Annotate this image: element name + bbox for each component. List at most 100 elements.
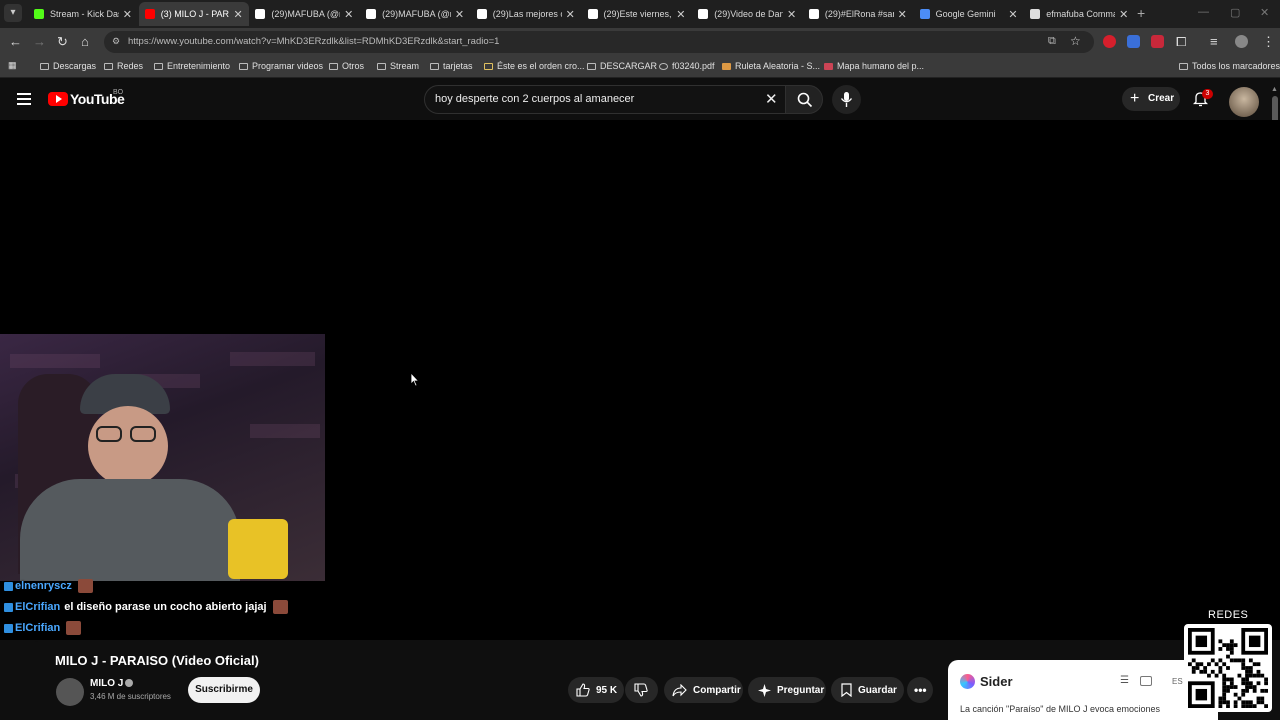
close-tab-icon[interactable]: ✕ (1008, 8, 1017, 21)
close-tab-icon[interactable]: ✕ (898, 8, 907, 21)
extension-red-icon[interactable] (1103, 35, 1116, 48)
browser-tab[interactable]: Google Gemini ✕ (914, 2, 1024, 26)
browser-tab[interactable]: (29)#ElRona #sambu ✕ (803, 2, 913, 26)
bookmark-label: Descargas (53, 61, 97, 71)
close-tab-icon[interactable]: ✕ (455, 8, 464, 21)
media-control-icon[interactable]: ≡ (1210, 34, 1218, 49)
forward-icon[interactable]: → (33, 34, 46, 49)
share-icon (672, 683, 687, 696)
chat-username: elnenryscz (15, 580, 72, 592)
browser-tab[interactable]: Stream - Kick Dashboard ✕ (28, 2, 138, 26)
menu-icon[interactable] (17, 93, 31, 105)
clear-search-icon[interactable]: ✕ (765, 90, 778, 108)
chat-username: ElCrifian (15, 601, 61, 613)
ask-button[interactable]: Preguntar (748, 677, 826, 703)
mouse-cursor-icon (410, 372, 420, 387)
browser-tab[interactable]: (29)Video de Danna ✕ (692, 2, 802, 26)
bookmark-descargar[interactable]: DESCARGAR (587, 61, 657, 71)
sider-panel[interactable]: Sider ☰ ES La canción "Paraíso" de MILO … (948, 660, 1218, 720)
browser-menu-icon[interactable]: ⋮ (1262, 34, 1275, 50)
subtitles-icon[interactable] (1140, 676, 1152, 686)
voice-search-button[interactable] (832, 85, 861, 114)
bookmark-label: DESCARGAR (600, 61, 658, 71)
tab-title: (29)MAFUBA (@mafuba) (382, 9, 451, 19)
bookmark-stream[interactable]: Stream (377, 61, 419, 71)
share-button[interactable]: Compartir (664, 677, 743, 703)
save-button[interactable]: Guardar (831, 677, 904, 703)
tab-favicon-icon (34, 9, 44, 19)
browser-tab[interactable]: (29)Las mejores caras ✕ (471, 2, 581, 26)
bookmark-tarjetas[interactable]: tarjetas (430, 61, 473, 71)
close-tab-icon[interactable]: ✕ (123, 8, 132, 21)
search-input[interactable]: hoy desperte con 2 cuerpos al amanecer ✕ (424, 85, 786, 114)
apps-grid-icon[interactable]: ▦ (8, 60, 17, 71)
maximize-icon[interactable]: ▢ (1230, 6, 1240, 19)
tab-favicon-icon (1030, 9, 1041, 19)
close-tab-icon[interactable]: ✕ (344, 8, 353, 21)
bookmark-label: Éste es el orden cro... (497, 61, 585, 71)
save-label: Guardar (858, 684, 897, 696)
tab-search-icon[interactable]: ▾ (4, 4, 22, 22)
close-tab-icon[interactable]: ✕ (1119, 8, 1128, 21)
bookmark-pdf[interactable]: f03240.pdf (659, 61, 715, 71)
reload-icon[interactable]: ↻ (57, 34, 68, 50)
install-app-icon[interactable]: ⧉ (1048, 35, 1056, 48)
subscribe-button[interactable]: Suscribirme (188, 677, 260, 703)
channel-name[interactable]: MILO J (90, 678, 123, 689)
bookmark-ruleta[interactable]: Ruleta Aleatoria - S... (722, 61, 820, 71)
bookmark-mapa[interactable]: Mapa humano del p... (824, 61, 924, 71)
close-tab-icon[interactable]: ✕ (566, 8, 575, 21)
tab-favicon-icon (476, 9, 487, 19)
browser-tab[interactable]: efmafuba Commands ✕ (1024, 2, 1134, 26)
tab-favicon-icon (919, 9, 930, 19)
search-button[interactable] (785, 85, 823, 114)
new-tab-icon[interactable]: + (1137, 5, 1145, 21)
bookmark-label: Otros (342, 61, 365, 71)
bookmark-otros[interactable]: Otros (329, 61, 364, 71)
bookmark-entretenimiento[interactable]: Entretenimiento (154, 61, 230, 71)
bookmark-all[interactable]: Todos los marcadores (1179, 61, 1280, 71)
t-shirt (20, 479, 240, 581)
youtube-logo-icon[interactable] (48, 92, 68, 106)
bookmark-star-icon[interactable]: ☆ (1070, 34, 1081, 48)
profile-icon[interactable] (1235, 35, 1248, 48)
dislike-button[interactable] (625, 677, 658, 703)
home-icon[interactable]: ⌂ (81, 34, 89, 49)
address-bar[interactable]: ⚙ https://www.youtube.com/watch?v=MhKD3E… (104, 31, 1094, 53)
folder-icon (377, 63, 386, 70)
close-window-icon[interactable]: ✕ (1260, 6, 1269, 19)
browser-tab[interactable]: (29)Este viernes, me✕ (582, 2, 692, 26)
folder-icon (154, 63, 163, 70)
create-button[interactable]: + Crear (1122, 87, 1180, 111)
subscriber-count: 3,46 M de suscriptores (90, 692, 171, 701)
close-tab-icon[interactable]: ✕ (787, 8, 796, 21)
bookmark-orden[interactable]: Éste es el orden cro... (484, 61, 585, 71)
tab-favicon-icon (587, 9, 598, 19)
close-tab-icon[interactable]: ✕ (676, 8, 685, 21)
browser-tab[interactable]: (29)MAFUBA (@mafuba) ✕ (360, 2, 470, 26)
bookmark-programar-videos[interactable]: Programar videos (239, 61, 323, 71)
back-icon[interactable]: ← (9, 34, 22, 49)
close-tab-icon[interactable]: ✕ (233, 8, 242, 21)
minimize-icon[interactable]: — (1198, 6, 1209, 18)
list-view-icon[interactable]: ☰ (1120, 676, 1132, 686)
account-avatar[interactable] (1229, 87, 1259, 117)
chat-emote-icon (66, 621, 82, 635)
site-info-icon[interactable]: ⚙ (112, 36, 120, 47)
bookmark-redes[interactable]: Redes (104, 61, 143, 71)
extensions-puzzle-icon[interactable]: ⧠ (1176, 34, 1186, 50)
like-button[interactable]: 95 K (568, 677, 624, 703)
bookmark-descargas[interactable]: Descargas (40, 61, 96, 71)
bookmark-label: Mapa humano del p... (837, 61, 925, 71)
bookmark-favicon-icon (824, 63, 833, 70)
more-actions-button[interactable]: ••• (907, 677, 933, 703)
browser-tab[interactable]: (3) MILO J - PARAISO✕ (138, 2, 249, 26)
sider-title: Sider (980, 674, 1013, 689)
sider-language[interactable]: ES (1172, 677, 1183, 686)
channel-avatar[interactable] (56, 678, 84, 706)
plus-icon: + (1130, 90, 1140, 107)
browser-tab[interactable]: (29)MAFUBA (@mafuba) ✕ (249, 2, 359, 26)
extension-ms-icon[interactable] (1151, 35, 1164, 48)
scroll-up-icon[interactable]: ▲ (1271, 86, 1278, 93)
translate-extension-icon[interactable] (1127, 35, 1140, 48)
